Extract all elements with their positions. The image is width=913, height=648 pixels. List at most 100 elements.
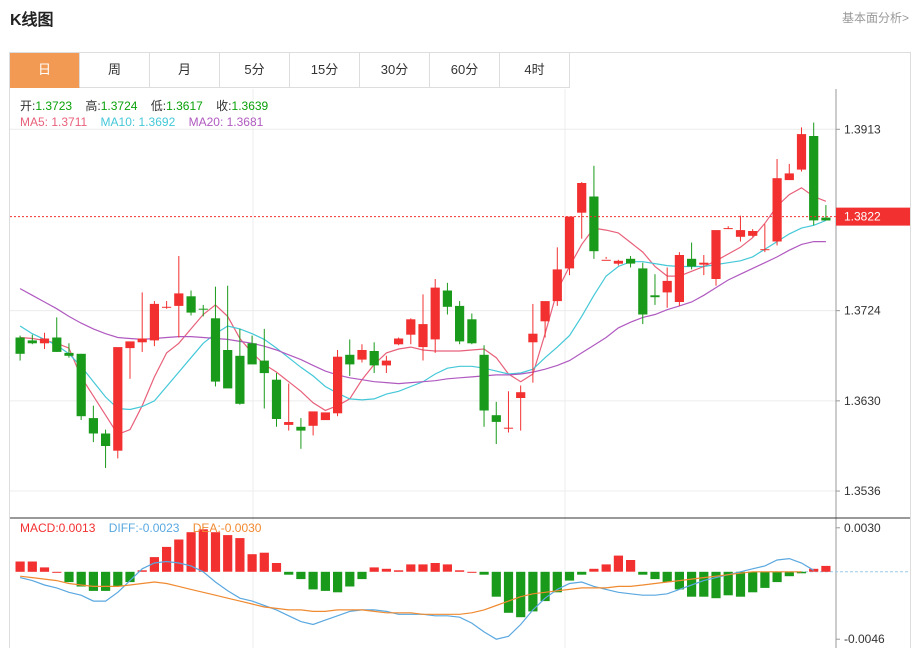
macd-bar-positive [455,570,465,572]
candle-down [345,354,355,365]
candle-down [650,295,660,298]
candle-down [247,343,257,365]
candle-down [15,337,25,354]
ma20-value: 1.3681 [226,115,264,129]
macd-bar-negative [479,571,489,575]
macd-bar-positive [369,567,379,572]
macd-bar-positive [198,529,208,572]
candle-up [772,178,782,242]
candle-down [64,352,74,356]
current-price-label: 1.3822 [844,210,881,224]
macd-bar-positive [235,538,245,572]
macd-bar-positive [271,563,282,572]
ohlc-readout: 开:1.3723 高:1.3724 低:1.3617 收:1.3639 [20,97,278,114]
macd-bar-negative [296,571,306,580]
candle-up [564,216,575,269]
chart-panel: 日 周 月 5分 15分 30分 60分 4时 1.3822 1.3913 1.3… [9,52,911,648]
candle-down [76,353,86,417]
candle-down [455,305,465,342]
candle-up [699,262,709,265]
candle-down [589,196,599,252]
ma-legend: MA5: 1.3711 MA10: 1.3692 MA20: 1.3681 [20,115,273,129]
macd-bar-negative [772,571,782,583]
close-value: 1.3639 [231,99,269,113]
macd-bar-positive [27,561,37,572]
candle-up [113,347,123,451]
candle-down [491,415,501,422]
candle-up [430,287,440,340]
candle-up [613,260,623,264]
macd-bar-negative [284,571,294,575]
macd-bar-negative [540,571,550,602]
fundamental-analysis-link[interactable]: 基本面分析> [842,9,909,26]
candle-down [259,360,269,374]
macd-bar-positive [15,561,25,572]
candle-up [125,341,135,349]
candle-down [101,433,111,446]
candle-up [381,360,391,366]
macd-bar-positive [467,571,477,573]
candlestick-chart[interactable]: 1.3822 1.3913 1.3724 1.3630 1.3536 0.0030 -0… [10,53,910,648]
macd-bar-positive [52,571,62,573]
macd-bar-negative [357,571,367,580]
candle-up [503,427,514,429]
macd-bar-positive [613,555,623,572]
y-tick-label: 1.3630 [844,394,881,408]
candle-down [52,337,62,352]
candle-down [467,319,477,344]
candle-down [442,290,452,307]
candle-down [186,296,196,313]
low-label: 低: [150,99,167,113]
candle-down [198,308,208,310]
macd-bar-positive [259,552,269,572]
candle-up [577,183,587,213]
open-value: 1.3723 [35,99,73,113]
ma5-label: MA5: [20,115,49,129]
candle-down [88,418,98,434]
macd-bar-negative [333,571,343,593]
candle-up [162,306,172,308]
macd-bar-positive [162,546,172,572]
macd-bar-negative [528,571,538,612]
low-value: 1.3617 [166,99,203,113]
candle-down [479,354,489,411]
macd-bar-positive [601,564,611,572]
macd-bar-positive [821,565,831,572]
candle-up [528,333,538,343]
candle-up [418,324,428,348]
candle-up [735,230,746,237]
macd-bar-negative [784,571,794,577]
candle-down [27,340,37,344]
macd-bar-negative [748,571,758,593]
ma10-value: 1.3692 [138,115,176,129]
candle-up [39,338,50,344]
macd-bar-positive [210,532,221,572]
diff-value: -0.0023 [138,521,180,535]
macd-bar-negative [699,571,709,597]
macd-bar-positive [381,568,391,572]
candle-up [149,303,159,341]
candle-down [223,350,233,389]
y-tick-label: 1.3724 [844,304,881,318]
candle-up [406,319,416,335]
candle-up [137,338,147,343]
candle-up [723,228,733,230]
candle-down [369,351,379,366]
candle-down [687,258,697,267]
dea-label: DEA: [192,521,221,535]
macd-bar-positive [589,568,599,572]
macd-bar-negative [516,571,526,618]
macd-bar-positive [626,560,636,572]
macd-bar-negative [650,571,660,580]
macd-bar-negative [345,571,355,587]
close-label: 收: [216,99,232,113]
candle-up [320,412,330,421]
candle-up [601,259,611,261]
candle-up [174,293,184,306]
y-tick-label: 1.3536 [844,484,881,498]
macd-tick-label: 0.0030 [844,521,881,535]
candle-down [821,217,831,221]
candle-up [760,249,770,251]
macd-bar-positive [406,564,416,572]
candle-down [626,258,636,264]
